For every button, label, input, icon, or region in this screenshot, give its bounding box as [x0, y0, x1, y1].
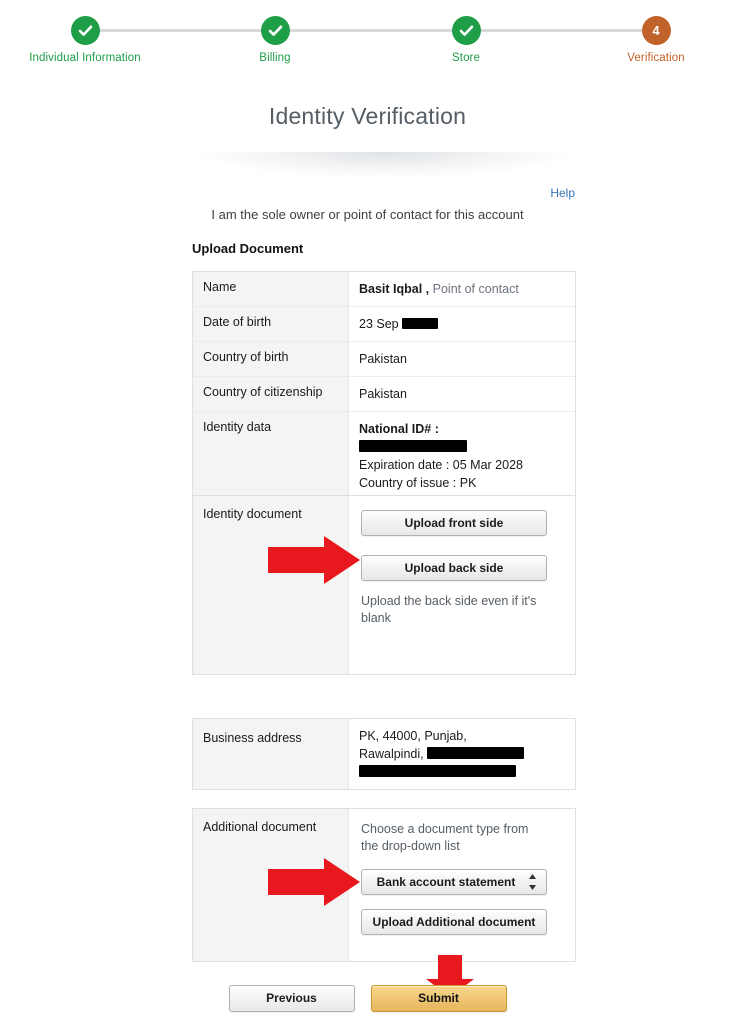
submit-button[interactable]: Submit — [370, 985, 507, 1012]
upload-front-side-button[interactable]: Upload front side — [361, 510, 547, 536]
previous-button[interactable]: Previous — [228, 985, 355, 1012]
document-type-select-wrapper[interactable]: Bank account statement — [361, 869, 547, 895]
step-1-bubble — [70, 16, 100, 45]
identity-document-panel: Identity document Upload front side Uplo… — [192, 495, 576, 675]
step-1-label: Individual Information — [29, 52, 141, 64]
row-label-identity-data: Identity data — [193, 412, 349, 500]
upload-additional-document-button[interactable]: Upload Additional document — [361, 909, 547, 935]
business-address-value: PK, 44000, Punjab, Rawalpindi, — [349, 719, 575, 789]
redacted-address-line-2 — [427, 747, 525, 759]
document-type-select[interactable]: Bank account statement — [361, 869, 547, 895]
step-billing[interactable]: Billing — [200, 16, 350, 64]
page-title: Identity Verification — [268, 103, 467, 129]
step-4-number: 4 — [652, 23, 660, 38]
verification-page: Individual Information Billing Store 4 V… — [0, 0, 735, 1024]
step-2-label: Billing — [259, 52, 291, 64]
row-label-country-of-citizenship: Country of citizenship — [193, 377, 349, 411]
identity-country-of-issue: Country of issue : PK — [359, 476, 477, 490]
identity-document-content: Upload front side Upload back side Uploa… — [349, 496, 575, 674]
identity-document-row: Identity document Upload front side Uplo… — [193, 496, 575, 674]
identity-expiration: Expiration date : 05 Mar 2028 — [359, 458, 523, 472]
stepper-track — [86, 29, 656, 32]
check-icon — [267, 22, 284, 39]
name-value: Basit Iqbal , — [359, 282, 430, 296]
name-role: Point of contact — [432, 282, 519, 296]
step-verification[interactable]: 4 Verification — [581, 16, 731, 64]
subtitle: I am the sole owner or point of contact … — [211, 207, 524, 222]
table-row: Identity data National ID# : Expiration … — [193, 412, 575, 500]
step-individual-information[interactable]: Individual Information — [10, 16, 160, 64]
step-3-label: Store — [452, 52, 480, 64]
step-2-bubble — [260, 16, 290, 45]
step-store[interactable]: Store — [391, 16, 541, 64]
check-icon — [458, 22, 475, 39]
row-value-identity-data: National ID# : Expiration date : 05 Mar … — [349, 412, 575, 500]
identity-info-table: Name Basit Iqbal , Point of contact Date… — [192, 271, 576, 501]
header-divider — [200, 152, 570, 178]
step-3-bubble — [451, 16, 481, 45]
business-address-panel: Business address PK, 44000, Punjab, Rawa… — [192, 718, 576, 790]
national-id-label: National ID# : — [359, 422, 439, 436]
upload-back-hint: Upload the back side even if it's blank — [361, 594, 537, 625]
redacted-national-id — [359, 440, 467, 452]
additional-document-content: Choose a document type from the drop-dow… — [349, 809, 575, 961]
step-4-label: Verification — [627, 52, 685, 64]
row-value-date-of-birth: 23 Sep — [349, 307, 575, 341]
row-label-name: Name — [193, 272, 349, 306]
business-address-row: Business address PK, 44000, Punjab, Rawa… — [193, 719, 575, 789]
help-link[interactable]: Help — [550, 186, 575, 200]
row-value-country-of-citizenship: Pakistan — [359, 387, 407, 401]
redacted-dob-year — [402, 318, 439, 329]
additional-document-panel: Additional document Choose a document ty… — [192, 808, 576, 962]
step-4-bubble: 4 — [641, 16, 671, 45]
form-footer: Previous Submit — [0, 985, 735, 1012]
upload-back-side-button[interactable]: Upload back side — [361, 555, 547, 581]
row-value-country-of-birth: Pakistan — [359, 352, 407, 366]
choose-document-type-hint: Choose a document type from the drop-dow… — [361, 822, 529, 853]
dob-value: 23 Sep — [359, 317, 399, 331]
additional-document-row: Additional document Choose a document ty… — [193, 809, 575, 961]
address-line-2-prefix: Rawalpindi, — [359, 747, 424, 761]
identity-document-label: Identity document — [193, 496, 349, 674]
address-line-1: PK, 44000, Punjab, — [359, 729, 467, 743]
upload-document-heading: Upload Document — [192, 241, 304, 256]
table-row: Name Basit Iqbal , Point of contact — [193, 272, 575, 307]
row-label-country-of-birth: Country of birth — [193, 342, 349, 376]
additional-document-label: Additional document — [193, 809, 349, 961]
check-icon — [77, 22, 94, 39]
row-label-date-of-birth: Date of birth — [193, 307, 349, 341]
table-row: Country of birth Pakistan — [193, 342, 575, 377]
table-row: Country of citizenship Pakistan — [193, 377, 575, 412]
table-row: Date of birth 23 Sep — [193, 307, 575, 342]
redacted-address-line-3 — [359, 765, 516, 777]
row-value-name: Basit Iqbal , Point of contact — [349, 272, 575, 306]
business-address-label: Business address — [193, 719, 349, 789]
progress-stepper: Individual Information Billing Store 4 V… — [0, 0, 735, 78]
